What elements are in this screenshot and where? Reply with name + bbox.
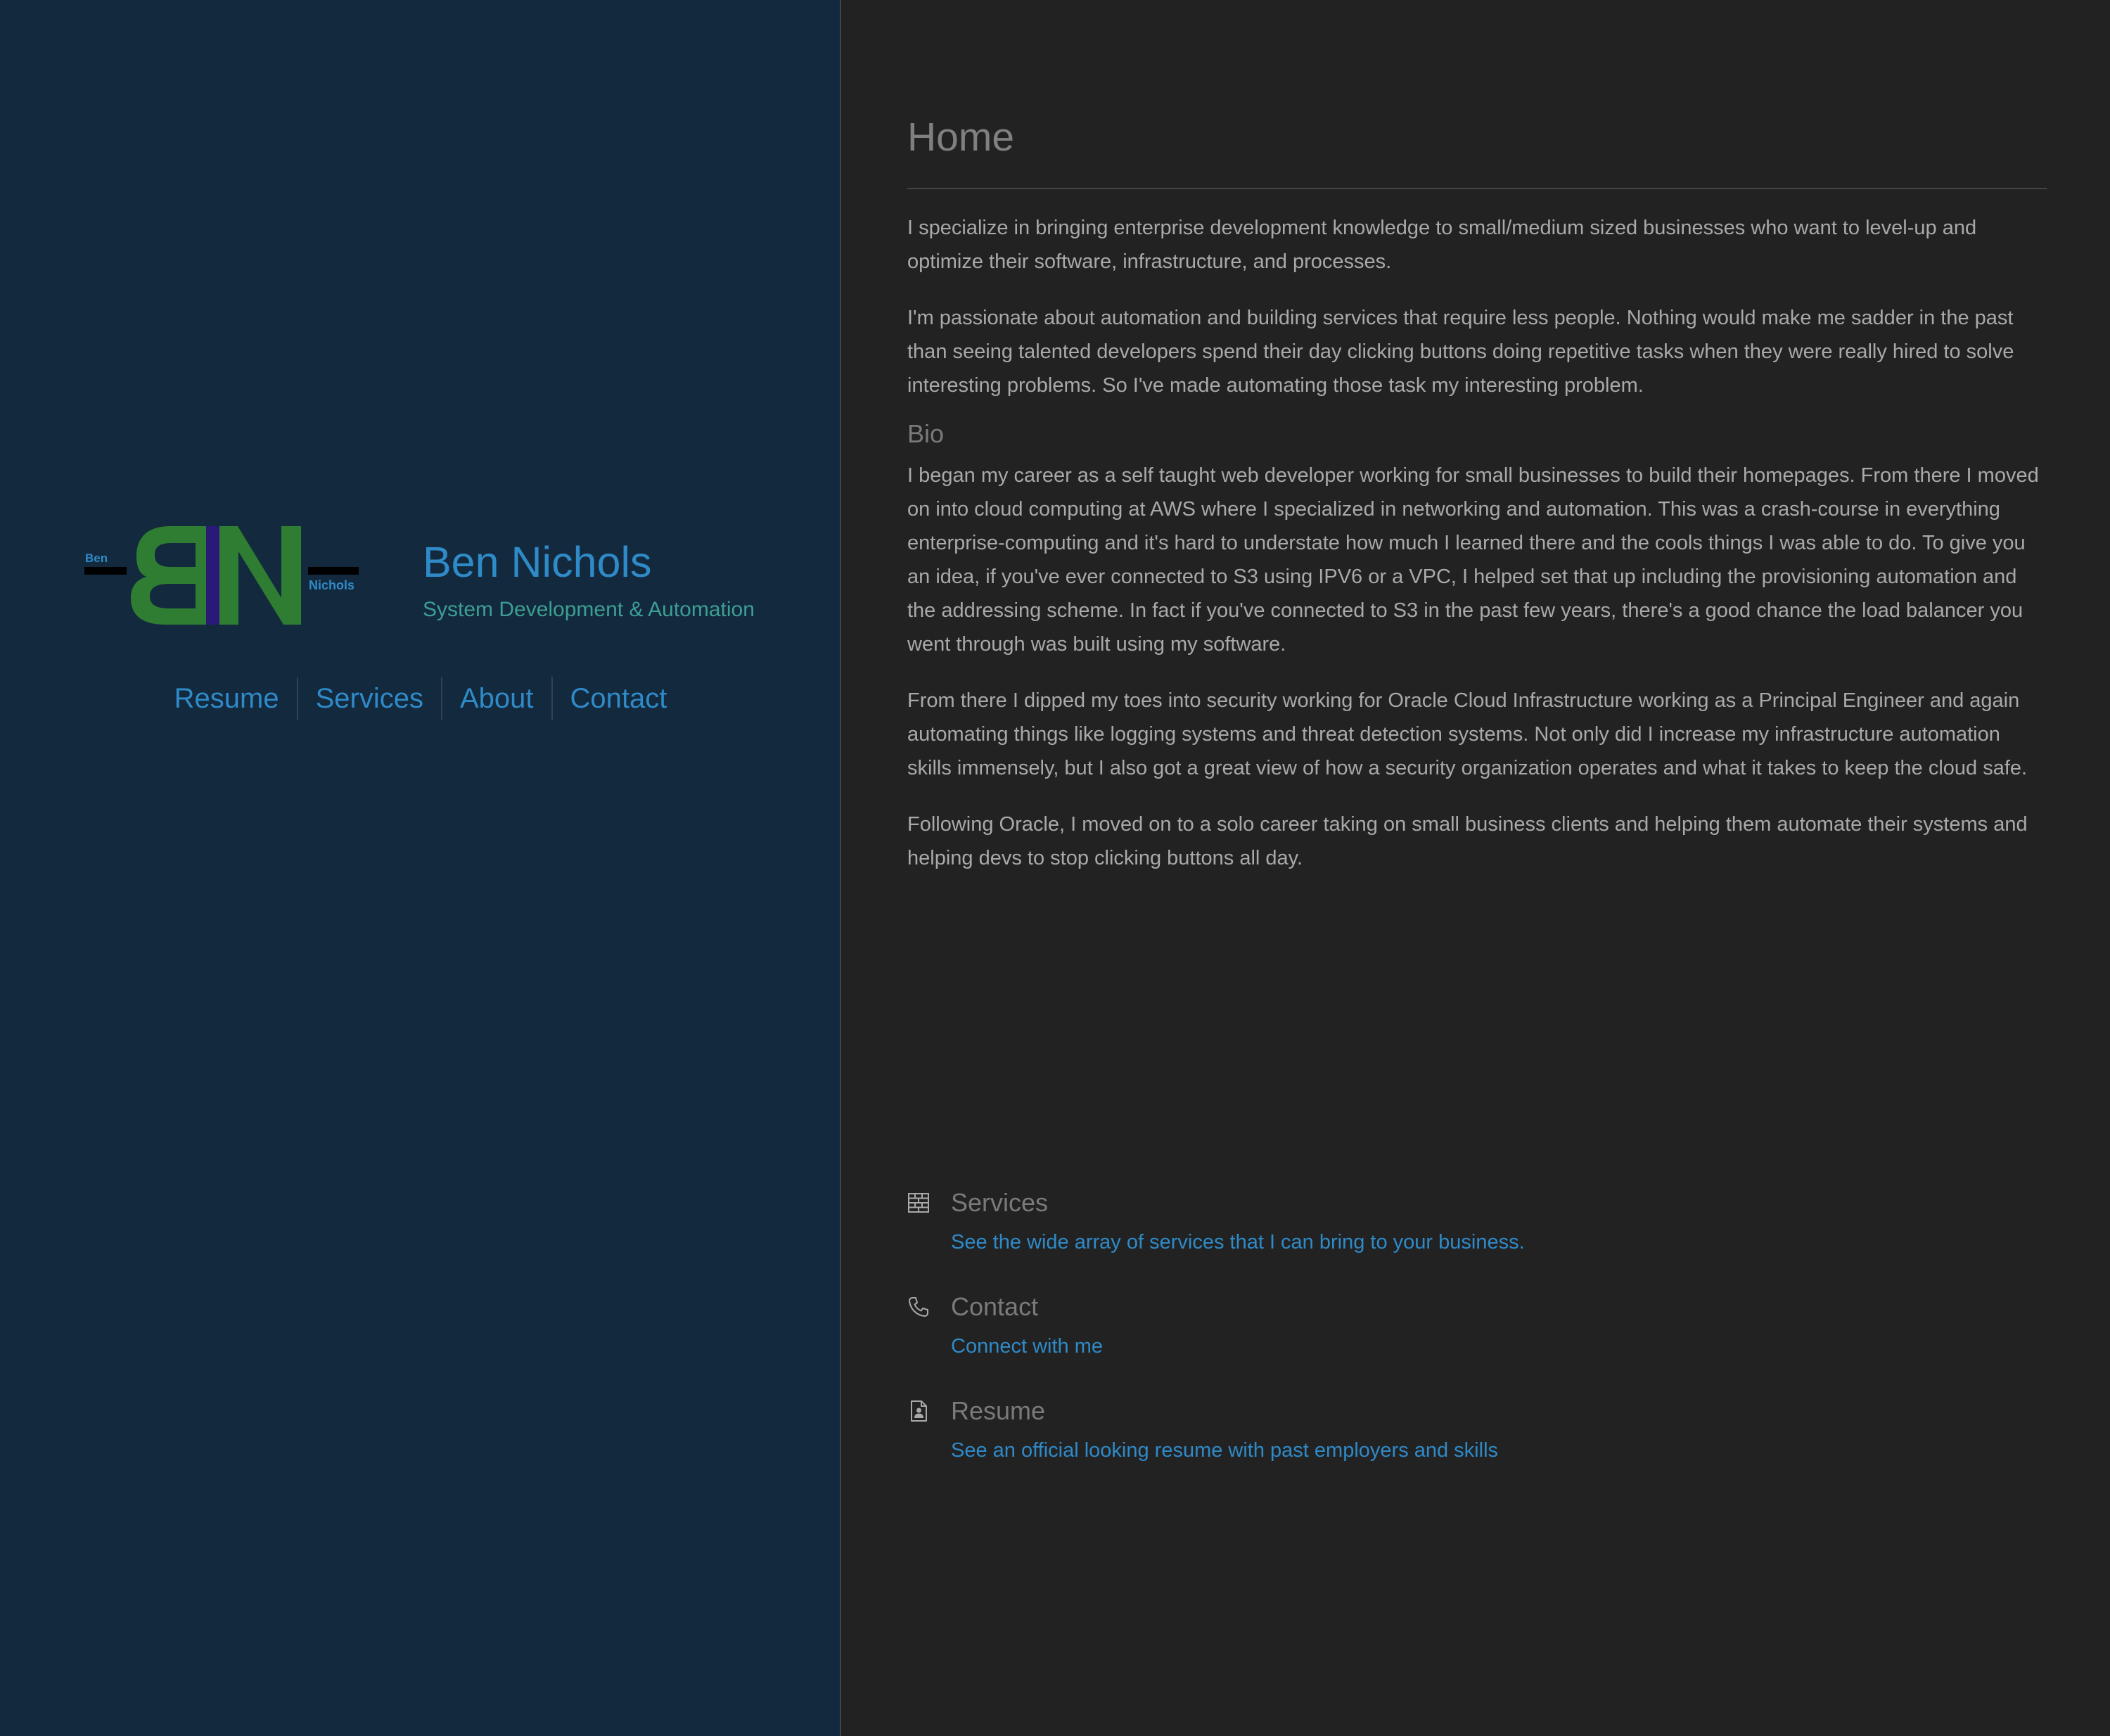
contact-link[interactable]: Connect with me (951, 1332, 2047, 1360)
intro-paragraph: I specialize in bringing enterprise deve… (907, 217, 1977, 273)
resume-link[interactable]: See an official looking resume with past… (951, 1436, 2047, 1464)
nav-item-contact[interactable]: Contact (551, 677, 685, 720)
quick-link-title: Contact (951, 1292, 1039, 1321)
main-content: Home I specialize in bringing enterprise… (907, 0, 2047, 1736)
brand-tagline: System Development & Automation (423, 598, 755, 621)
quick-link-title: Resume (951, 1396, 1046, 1425)
brand-name[interactable]: Ben Nichols (423, 537, 652, 587)
quick-link-services: Services See the wide array of services … (907, 1187, 2047, 1291)
sidebar: Ben Nichols Ben Nichols System Developme… (0, 0, 841, 1736)
home-content: I specialize in bringing enterprise deve… (907, 211, 2047, 898)
bio-paragraph: From there I dipped my toes into securit… (907, 689, 2028, 779)
quick-link-resume: Resume See an official looking resume wi… (907, 1396, 2047, 1500)
page-title: Home (907, 115, 1015, 160)
title-divider (907, 188, 2047, 189)
brick-wall-icon (908, 1193, 929, 1213)
nav-item-resume[interactable]: Resume (157, 677, 297, 720)
services-link[interactable]: See the wide array of services that I ca… (951, 1228, 2047, 1256)
main-nav: Resume Services About Contact (0, 677, 841, 720)
nav-item-about[interactable]: About (440, 677, 551, 720)
logo-small-right-text: Nichols (309, 578, 354, 592)
phone-icon (909, 1297, 928, 1317)
logo-small-left-text: Ben (85, 551, 108, 565)
resume-document-icon (911, 1400, 927, 1422)
bio-heading: Bio (907, 419, 945, 448)
quick-links: Services See the wide array of services … (907, 1187, 2047, 1500)
bio-paragraph: Following Oracle, I moved on to a solo c… (907, 813, 2028, 869)
brand-block: Ben Nichols Ben Nichols System Developme… (83, 519, 786, 632)
quick-link-title: Services (951, 1188, 1049, 1217)
intro-paragraph: I'm passionate about automation and buil… (907, 307, 2014, 397)
nav-item-services[interactable]: Services (296, 677, 441, 720)
quick-link-contact: Contact Connect with me (907, 1291, 2047, 1396)
logo[interactable]: Ben Nichols (83, 519, 359, 632)
bio-paragraph: I began my career as a self taught web d… (907, 464, 2039, 656)
